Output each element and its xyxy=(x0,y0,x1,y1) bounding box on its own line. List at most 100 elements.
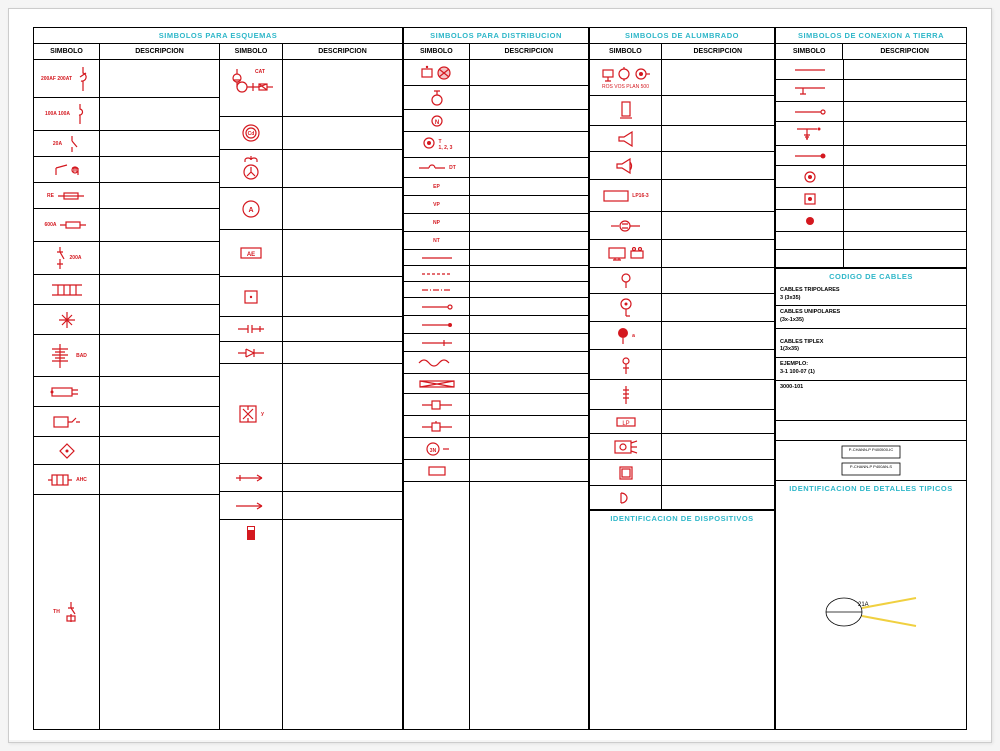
relay-icon xyxy=(52,413,82,431)
title-esquemas: SIMBOLOS PARA ESQUEMAS xyxy=(34,27,403,43)
hdr: SIMBOLO xyxy=(220,43,283,60)
disconnect-icon: 200A xyxy=(52,245,82,271)
pendant-dot-icon xyxy=(618,298,634,318)
hdr: DESCRIPCION xyxy=(843,43,966,60)
wall-outlet-icon xyxy=(618,100,634,122)
breaker-icon: 100A 100A xyxy=(45,102,88,126)
section-distribucion: SIMBOLOS PARA DISTRIBUCION SIMBOLO DESCR… xyxy=(403,27,589,730)
lamp-icon xyxy=(430,89,444,107)
diamond-icon xyxy=(58,442,76,460)
receptacle-icon xyxy=(609,219,643,233)
thermostat-icon: T 1, 2, 3 xyxy=(421,137,453,153)
ground-dot-icon xyxy=(793,108,827,116)
line-dot-icon xyxy=(420,303,454,311)
section-esquemas: SIMBOLOS PARA ESQUEMAS SIMBOLO DESCRIPCI… xyxy=(33,27,403,730)
label-icon: NP xyxy=(433,220,440,226)
circle-label-icon: 3N xyxy=(425,442,449,456)
solid-circle-icon xyxy=(804,215,816,227)
panel-icon: AHC xyxy=(46,472,87,488)
ground-fill-icon xyxy=(793,152,827,160)
delta-icon xyxy=(240,154,262,184)
svg-text:A: A xyxy=(248,207,253,214)
junction-icon xyxy=(420,420,454,434)
hdr: SIMBOLO xyxy=(34,43,100,60)
cable-note: CABLES TRIPOLARES 3 (3x35) xyxy=(776,284,966,306)
fixture-icon xyxy=(601,66,651,84)
line-icon xyxy=(420,255,454,261)
hdr: DESCRIPCION xyxy=(662,43,775,60)
cable-note xyxy=(776,421,966,441)
ground-tee-icon xyxy=(793,85,827,97)
motor-icon xyxy=(50,384,84,400)
hdr: DESCRIPCION xyxy=(470,43,589,60)
hdr: DESCRIPCION xyxy=(100,43,220,60)
svg-text:AE: AE xyxy=(246,252,254,258)
device-icon xyxy=(245,524,257,542)
crossing-icon: DT xyxy=(417,162,456,174)
ground-rod-icon xyxy=(795,126,825,142)
junction-icon xyxy=(420,398,454,412)
breaker-icon: 200AF 200AT xyxy=(41,65,92,93)
switch-3way-icon xyxy=(619,384,633,406)
double-square-icon xyxy=(618,465,634,481)
svg-text:M: M xyxy=(72,168,76,174)
busbar-icon xyxy=(418,379,456,389)
emergency-icon xyxy=(619,354,633,376)
meter-icon: Cd xyxy=(241,123,261,143)
ground-bus-icon: BAD xyxy=(46,341,87,371)
interlock-icon: y xyxy=(237,403,264,425)
title-detalles: IDENTIFICACION DE DETALLES TIPICOS xyxy=(776,481,966,496)
hdr: SIMBOLO xyxy=(404,43,470,60)
dashdot-line-icon xyxy=(420,287,454,293)
arrow-icon xyxy=(234,501,268,511)
line-filldot-icon xyxy=(420,321,454,329)
svg-text:P-CHANN-P P400AN-S: P-CHANN-P P400AN-S xyxy=(850,464,892,469)
speaker-double-icon xyxy=(613,157,639,175)
box-icon: AE xyxy=(239,246,263,260)
svg-text:LP: LP xyxy=(622,421,629,427)
ct-icon xyxy=(50,281,84,299)
contact-icon: M xyxy=(53,162,81,178)
multi-switch-icon: a xyxy=(616,326,635,346)
square-dot-icon xyxy=(243,289,259,305)
title-distribucion: SIMBOLOS PARA DISTRIBUCION xyxy=(404,27,589,43)
outlet-icon xyxy=(420,65,454,81)
drawing-frame: SIMBOLOS PARA ESQUEMAS SIMBOLO DESCRIPCI… xyxy=(8,8,992,743)
detail-tag: 21A xyxy=(776,496,966,731)
fuse-icon: 600A xyxy=(45,220,89,230)
svg-text:P-CHANN-P P400500-IC: P-CHANN-P P400500-IC xyxy=(849,447,894,452)
panel-lp-icon: LP16-3 xyxy=(602,189,648,203)
cable-note: CABLES UNIPOLARES (3x-1x35) xyxy=(776,306,966,328)
svg-text:CAT: CAT xyxy=(255,69,265,75)
label-icon: NT xyxy=(433,238,440,244)
square-target-icon xyxy=(803,192,817,206)
ammeter-icon: A xyxy=(241,199,261,219)
svg-text:Cd: Cd xyxy=(247,131,254,137)
cable-note: CABLES TIPLEX 1(3x35) xyxy=(776,329,966,358)
lp-box-icon: LP xyxy=(615,416,637,428)
section-alumbrado: SIMBOLOS DE ALUMBRADO SIMBOLO DESCRIPCIO… xyxy=(589,27,775,730)
section-tierra: SIMBOLOS DE CONEXION A TIERRA SIMBOLO DE… xyxy=(775,27,967,730)
monitor-icon xyxy=(607,246,645,262)
cable-note: 3000-101 xyxy=(776,381,966,421)
neutral-icon: N xyxy=(430,114,444,128)
hdr: DESCRIPCION xyxy=(283,43,403,60)
half-circle-icon xyxy=(618,491,634,505)
arrow-icon xyxy=(234,473,268,483)
pendant-icon xyxy=(619,272,633,290)
dashed-line-icon xyxy=(420,271,454,277)
title-dispositivos: IDENTIFICACION DE DISPOSITIVOS xyxy=(590,510,775,526)
speaker-icon xyxy=(615,131,637,147)
line-tick-icon xyxy=(420,338,454,348)
transformer-icon: CAT xyxy=(226,66,276,110)
wave-icon xyxy=(417,356,457,370)
fuse-icon: RE xyxy=(47,191,86,201)
label-icon: EP xyxy=(433,184,440,190)
hdr: SIMBOLO xyxy=(776,43,843,60)
label-icon: VP xyxy=(433,202,440,208)
switch-icon: 20A xyxy=(53,134,80,154)
svg-text:N: N xyxy=(434,120,438,126)
title-alumbrado: SIMBOLOS DE ALUMBRADO xyxy=(590,27,775,43)
title-tierra: SIMBOLOS DE CONEXION A TIERRA xyxy=(776,27,966,43)
diode-icon xyxy=(236,347,266,359)
